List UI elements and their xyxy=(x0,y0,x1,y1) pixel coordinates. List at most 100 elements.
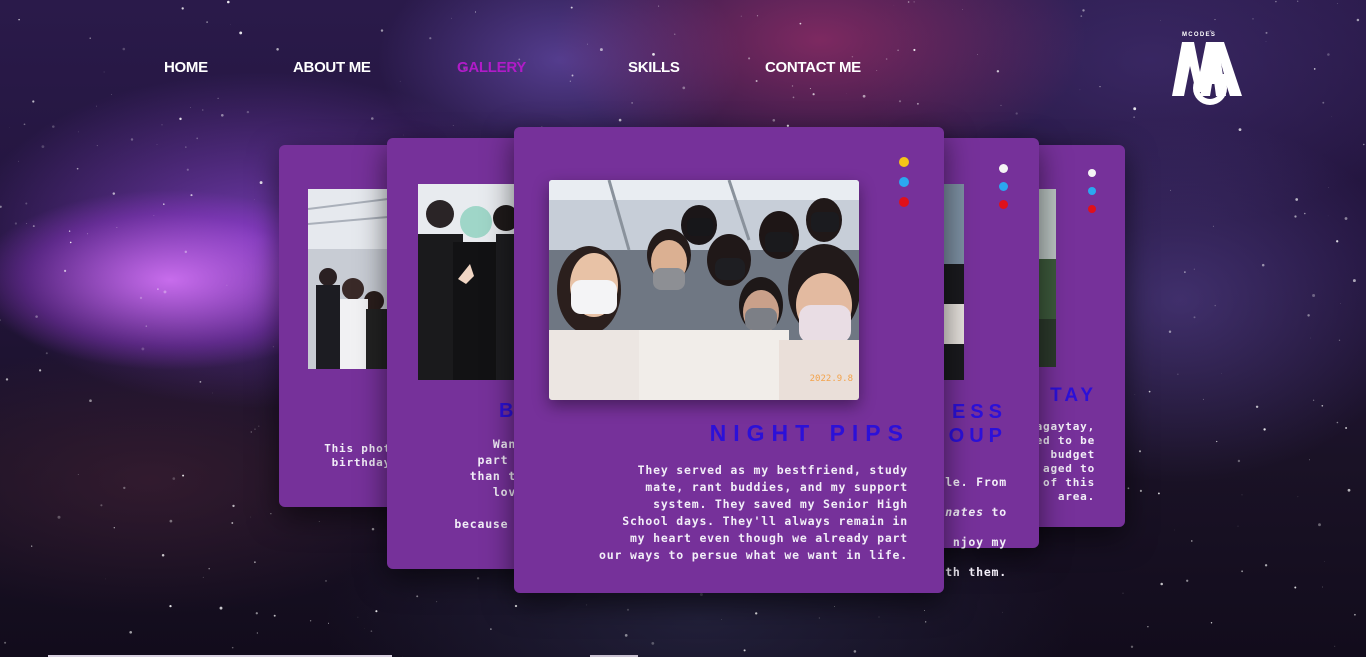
star xyxy=(25,202,28,205)
star xyxy=(1186,579,1189,582)
star xyxy=(202,576,204,578)
star xyxy=(100,504,103,507)
star xyxy=(77,131,79,133)
star xyxy=(1237,459,1241,463)
nav-skills[interactable]: SKILLS xyxy=(628,59,680,76)
star xyxy=(231,646,234,649)
star xyxy=(1170,189,1172,191)
star xyxy=(163,290,167,294)
star xyxy=(913,1,915,3)
star xyxy=(163,203,165,205)
star xyxy=(69,241,72,244)
card-text-birthday: This phot birthday xyxy=(324,442,391,469)
star xyxy=(699,593,703,596)
star xyxy=(371,527,375,531)
star xyxy=(1336,240,1339,243)
star xyxy=(1099,85,1101,88)
nav-about-me[interactable]: ABOUT ME xyxy=(293,59,371,76)
star xyxy=(1193,316,1196,319)
card-title-line1: ESS xyxy=(951,401,1007,423)
star xyxy=(130,138,134,141)
star xyxy=(250,516,252,518)
star xyxy=(38,369,42,372)
star xyxy=(141,347,145,351)
card-title-night-pips: NIGHT PIPS xyxy=(709,420,910,446)
star xyxy=(799,22,802,25)
star xyxy=(161,124,163,126)
star xyxy=(1297,496,1299,498)
star xyxy=(916,102,919,105)
star xyxy=(26,223,28,224)
card-dots-night-pips xyxy=(899,157,909,217)
star xyxy=(220,113,224,117)
star xyxy=(1212,225,1214,227)
star xyxy=(514,604,518,608)
card-text-night-pips: They served as my bestfriend, study mate… xyxy=(599,463,908,562)
star xyxy=(186,168,189,171)
star xyxy=(1297,0,1299,2)
star xyxy=(1202,398,1204,400)
star xyxy=(897,49,899,52)
nav-home[interactable]: HOME xyxy=(164,59,208,76)
star xyxy=(89,37,91,39)
star xyxy=(1330,116,1332,118)
star xyxy=(1237,525,1239,527)
star xyxy=(145,325,148,327)
star xyxy=(181,7,184,10)
star xyxy=(23,123,26,126)
star xyxy=(1148,390,1151,393)
gallery-card-night-pips[interactable]: 2022.9.8 NIGHT PIPS They served as my be… xyxy=(514,127,944,593)
site-logo[interactable]: MCODES xyxy=(1170,32,1246,108)
star xyxy=(250,431,252,433)
star xyxy=(0,319,1,321)
star xyxy=(962,9,963,10)
star xyxy=(189,107,191,108)
star xyxy=(429,37,432,40)
card-title-line2: OUP xyxy=(948,425,1007,447)
star xyxy=(9,127,11,128)
star xyxy=(1261,263,1265,267)
star xyxy=(256,632,258,634)
star xyxy=(898,100,902,103)
nav-contact-me[interactable]: CONTACT ME xyxy=(765,59,861,76)
star xyxy=(812,93,815,96)
star xyxy=(743,649,746,652)
logo-mark-icon xyxy=(1172,42,1242,105)
star xyxy=(1352,279,1356,283)
star xyxy=(878,616,880,618)
star xyxy=(1122,592,1124,594)
star xyxy=(674,33,676,35)
star xyxy=(123,486,126,490)
star xyxy=(96,145,98,147)
star xyxy=(0,205,2,208)
star xyxy=(226,284,228,286)
star xyxy=(1216,440,1218,443)
star xyxy=(436,601,438,603)
star xyxy=(375,610,378,613)
card-title-business-group: ESS OUP xyxy=(949,400,1007,448)
star xyxy=(1294,586,1297,589)
star xyxy=(199,381,202,383)
star xyxy=(113,527,115,529)
star xyxy=(1241,494,1243,496)
star xyxy=(190,194,193,197)
star xyxy=(157,288,159,290)
star xyxy=(476,577,480,580)
star xyxy=(1082,9,1085,12)
star xyxy=(792,96,795,99)
card-title-tagaytay: TAY xyxy=(1050,385,1097,406)
star xyxy=(185,146,187,148)
star xyxy=(624,634,628,637)
star xyxy=(208,567,210,570)
star xyxy=(791,85,794,87)
star xyxy=(1344,217,1348,220)
star xyxy=(1363,143,1365,146)
star xyxy=(1221,373,1222,374)
star xyxy=(1295,198,1299,201)
star xyxy=(116,227,118,228)
star xyxy=(217,97,219,100)
star xyxy=(1168,330,1172,334)
nav-gallery[interactable]: GALLERY xyxy=(457,59,526,76)
star xyxy=(1127,487,1130,490)
star xyxy=(1307,314,1310,317)
